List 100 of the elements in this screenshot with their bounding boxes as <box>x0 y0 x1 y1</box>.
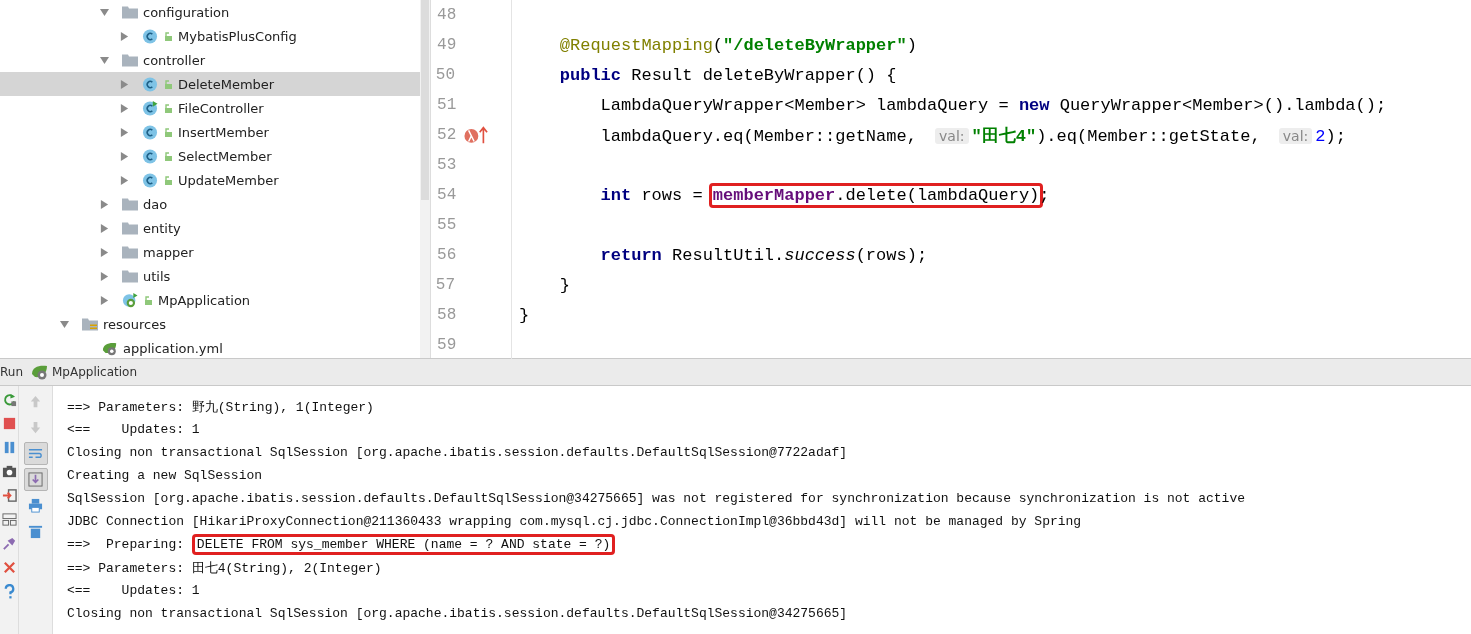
class-icon <box>142 76 158 92</box>
scrollbar-thumb[interactable] <box>421 0 429 200</box>
tree-item[interactable]: FileController <box>0 96 420 120</box>
highlighted-sql: DELETE FROM sys_member WHERE (name = ? AND state = ?) <box>191 534 616 555</box>
expand-arrow-icon[interactable] <box>100 223 109 233</box>
camera-icon[interactable] <box>1 464 17 479</box>
tree-item[interactable]: entity <box>0 216 420 240</box>
scroll-to-end-icon <box>28 472 43 487</box>
folder-icon <box>122 196 138 212</box>
expand-arrow-icon[interactable] <box>120 127 129 137</box>
line-number: 48 <box>436 6 457 24</box>
tree-item[interactable]: SelectMember <box>0 144 420 168</box>
console-line: Closing non transactional SqlSession [org.apache.ibatis.session.defaults.DefaultSqlSession@7722adaf] <box>67 445 848 460</box>
tree-item[interactable]: utils <box>0 264 420 288</box>
line-number: 50 <box>434 66 455 84</box>
expand-arrow-icon[interactable] <box>120 31 129 41</box>
close-icon[interactable] <box>1 560 17 575</box>
tree-item[interactable]: DeleteMember <box>0 72 420 96</box>
class-icon <box>142 28 158 44</box>
folder-icon <box>122 4 138 20</box>
console-line: <== Updates: 1 <box>67 422 200 437</box>
line-number: 49 <box>436 36 457 54</box>
tree-item[interactable]: MpApplication <box>0 288 420 312</box>
expand-arrow-icon[interactable] <box>100 295 109 305</box>
lock-icon <box>163 175 173 185</box>
soft-wrap-icon <box>28 446 43 461</box>
tree-item[interactable]: application.yml <box>0 336 420 358</box>
code-text: rows = <box>640 185 704 205</box>
code-text: Result deleteByWrapper() { <box>630 65 897 85</box>
parameter-hint: val: <box>935 127 969 144</box>
tree-item[interactable]: UpdateMember <box>0 168 420 192</box>
line-number: 54 <box>436 186 457 204</box>
console-line: Closing non transactional SqlSession [org.apache.ibatis.session.defaults.DefaultSqlSession@34275665] <box>67 606 848 621</box>
scroll-end-tool[interactable] <box>23 468 48 491</box>
folder-icon <box>122 268 138 284</box>
run-tab[interactable]: MpApplication <box>27 364 142 380</box>
lambda-override-icon[interactable] <box>464 125 489 145</box>
pin-icon[interactable] <box>1 536 17 551</box>
annotation-text: @RequestMapping <box>558 35 713 55</box>
wrap-tool[interactable] <box>23 442 48 465</box>
up-arrow-icon <box>28 394 43 409</box>
exit-icon[interactable] <box>1 488 17 503</box>
expand-arrow-icon[interactable] <box>120 151 129 161</box>
spring-config-icon <box>102 340 118 356</box>
console-line: Creating a new SqlSession <box>67 468 263 483</box>
run-label: Run <box>0 365 23 379</box>
expand-arrow-icon[interactable] <box>120 175 129 185</box>
expand-arrow-icon[interactable] <box>60 319 69 329</box>
keyword-text: return <box>599 245 662 265</box>
lock-icon <box>163 151 173 161</box>
line-number: 59 <box>436 336 457 354</box>
resources-folder-icon <box>82 316 98 332</box>
layout-icon[interactable] <box>1 512 17 527</box>
trash-icon <box>28 524 43 539</box>
expand-arrow-icon[interactable] <box>100 247 109 257</box>
folder-icon <box>122 244 138 260</box>
console-line: ==> Preparing: <box>67 537 186 552</box>
keyword-text: new <box>1018 95 1050 115</box>
printer-icon <box>28 498 43 513</box>
spring-app-icon <box>31 364 49 380</box>
expand-arrow-icon[interactable] <box>120 103 129 113</box>
tree-item[interactable]: dao <box>0 192 420 216</box>
expand-arrow-icon[interactable] <box>100 7 109 17</box>
class-icon <box>142 148 158 164</box>
code-text: QueryWrapper<Member>().lambda(); <box>1058 95 1387 115</box>
tree-item[interactable]: mapper <box>0 240 420 264</box>
parameter-hint: val: <box>1278 127 1313 144</box>
code-text: (rows); <box>855 245 928 265</box>
line-number: 57 <box>434 276 455 294</box>
string-literal: "田七4" <box>971 126 1037 146</box>
line-number: 56 <box>436 246 457 264</box>
tree-item[interactable]: resources <box>0 312 420 336</box>
lock-icon <box>143 295 153 305</box>
lock-icon <box>163 31 173 41</box>
expand-arrow-icon[interactable] <box>100 199 109 209</box>
keyword-text: int <box>599 185 632 205</box>
lock-icon <box>163 127 173 137</box>
tree-item[interactable]: InsertMember <box>0 120 420 144</box>
expand-arrow-icon[interactable] <box>100 55 109 65</box>
number-literal: 2 <box>1315 126 1326 146</box>
stop-icon[interactable] <box>1 416 17 431</box>
expand-arrow-icon[interactable] <box>120 79 129 89</box>
code-text: LambdaQueryWrapper<Member> lambdaQuery = <box>599 95 1010 115</box>
rerun-icon[interactable] <box>1 392 17 407</box>
code-text: ResultUtil. <box>671 245 785 265</box>
expand-arrow-icon[interactable] <box>100 271 109 281</box>
class-icon <box>142 172 158 188</box>
tree-item[interactable]: controller <box>0 48 420 72</box>
line-number: 53 <box>436 156 457 174</box>
string-literal: "/deleteByWrapper" <box>723 35 907 55</box>
tree-item[interactable]: MybatisPlusConfig <box>0 24 420 48</box>
console-line: JDBC Connection [HikariProxyConnection@211360433 wrapping com.mysql.cj.jdbc.ConnectionImpl@36bbd43d] will not be managed by Spring <box>67 514 1082 529</box>
console-line: SqlSession [org.apache.ibatis.session.defaults.DefaultSqlSession@34275665] was not registered for synchronization because synchronization is not active <box>67 491 1245 506</box>
line-number: 55 <box>436 216 457 234</box>
tree-item[interactable]: configuration <box>0 0 420 24</box>
code-text: ( <box>712 35 724 55</box>
code-text: ) <box>906 35 917 55</box>
code-text: lambdaQuery.eq(Member::getName, <box>599 126 918 146</box>
folder-icon <box>122 52 138 68</box>
console-line: ==> Parameters: 田七4(String), 2(Integer) <box>67 559 382 577</box>
